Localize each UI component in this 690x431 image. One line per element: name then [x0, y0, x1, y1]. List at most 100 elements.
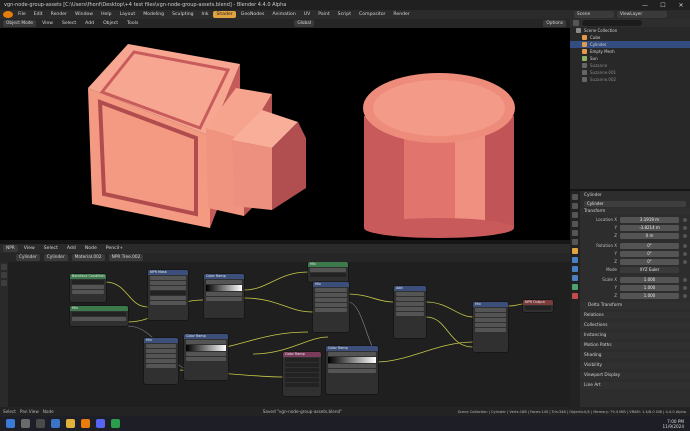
workspace-tab-paint[interactable]: Paint: [315, 11, 332, 18]
search-icon[interactable]: [21, 419, 30, 428]
workspace-tab-ink[interactable]: Ink: [199, 11, 212, 18]
keyframe-icon[interactable]: [683, 233, 687, 238]
node-tree-selector[interactable]: NPR Tree.002: [108, 254, 144, 261]
links-tool-icon[interactable]: [1, 280, 7, 286]
outliner-item-cylinder[interactable]: Cylinder: [570, 41, 690, 48]
close-button[interactable]: ✕: [672, 2, 690, 9]
node-mix-center[interactable]: Mix: [313, 282, 349, 332]
viewport-menu-object[interactable]: Object: [100, 21, 121, 26]
editor-type-dropdown[interactable]: NPR: [3, 245, 18, 252]
keyframe-icon[interactable]: [683, 285, 687, 290]
location-z-field[interactable]: 0 m: [620, 232, 679, 239]
keyframe-icon[interactable]: [683, 243, 687, 248]
node-color-ramp-3[interactable]: Color Ramp: [326, 346, 378, 394]
collections-section[interactable]: Collections: [580, 322, 690, 329]
viewport-menu-view[interactable]: View: [39, 21, 56, 26]
render-tab-icon[interactable]: [572, 203, 578, 209]
node-color-ramp-4[interactable]: Color Ramp: [283, 352, 321, 396]
workspace-tab-layout[interactable]: Layout: [117, 11, 139, 18]
transform-orientation-dropdown[interactable]: Global: [294, 20, 315, 27]
discord-icon[interactable]: [96, 419, 105, 428]
node-backface-condition[interactable]: Backface Condition: [70, 274, 106, 302]
viewport-menu-add[interactable]: Add: [82, 21, 97, 26]
location-x-field[interactable]: 3.1919 m: [620, 216, 679, 223]
node-editor-canvas[interactable]: Backface Condition Mix NPR Mask Color Ra…: [8, 262, 570, 407]
outliner-item-sun[interactable]: Sun: [570, 55, 690, 62]
instancing-section[interactable]: Instancing: [580, 332, 690, 339]
node-menu-node[interactable]: Node: [82, 246, 100, 251]
tool-tab-icon[interactable]: [572, 194, 578, 200]
physics-tab-icon[interactable]: [572, 275, 578, 281]
edge-icon[interactable]: [51, 419, 60, 428]
view-layer-selector[interactable]: ViewLayer: [617, 11, 667, 18]
workspace-tab-animation[interactable]: Animation: [269, 11, 298, 18]
scene-tab-icon[interactable]: [572, 230, 578, 236]
material-selector[interactable]: Material.002: [71, 254, 105, 261]
rotation-y-field[interactable]: 0°: [620, 250, 679, 257]
node-mix-left[interactable]: Mix: [70, 306, 128, 326]
visibility-section[interactable]: Visibility: [580, 362, 690, 369]
rotation-mode-dropdown[interactable]: XYZ Euler: [620, 266, 679, 273]
delta-transform-section[interactable]: Delta Transform: [580, 302, 690, 309]
menu-window[interactable]: Window: [72, 12, 96, 17]
world-tab-icon[interactable]: [572, 239, 578, 245]
workspace-tab-sculpting[interactable]: Sculpting: [169, 11, 196, 18]
output-tab-icon[interactable]: [572, 212, 578, 218]
workspace-tab-render[interactable]: Render: [390, 11, 412, 18]
slot-selector[interactable]: Cylinder: [43, 254, 68, 261]
task-view-icon[interactable]: [36, 419, 45, 428]
data-tab-icon[interactable]: [572, 284, 578, 290]
outliner-filter-icon[interactable]: [573, 20, 579, 26]
node-color-ramp-2[interactable]: Color Ramp: [184, 334, 228, 380]
outliner-item-suzanne[interactable]: Suzanne: [570, 62, 690, 69]
menu-help[interactable]: Help: [98, 12, 114, 17]
minimize-button[interactable]: —: [636, 2, 654, 9]
node-menu-add[interactable]: Add: [64, 246, 79, 251]
blender-taskbar-icon[interactable]: [81, 419, 90, 428]
workspace-tab-geonodes[interactable]: GeoNodes: [238, 11, 268, 18]
outliner-item-scene-collection[interactable]: Scene Collection: [570, 27, 690, 34]
node-mix-top[interactable]: Mix: [308, 262, 348, 282]
keyframe-icon[interactable]: [683, 217, 687, 222]
windows-start-icon[interactable]: [6, 419, 15, 428]
keyframe-icon[interactable]: [683, 293, 687, 298]
workspace-tab-compositor[interactable]: Compositor: [356, 11, 388, 18]
motion-paths-section[interactable]: Motion Paths: [580, 342, 690, 349]
transform-section[interactable]: Transform: [580, 208, 690, 215]
outliner-search-input[interactable]: [582, 20, 642, 26]
material-tab-icon[interactable]: [572, 293, 578, 299]
workspace-tab-script[interactable]: Script: [335, 11, 354, 18]
menu-render[interactable]: Render: [48, 12, 70, 17]
viewport-menu-select[interactable]: Select: [59, 21, 79, 26]
viewport-menu-tools[interactable]: Tools: [124, 21, 141, 26]
node-mix-lower[interactable]: Mix: [144, 338, 178, 384]
object-mode-dropdown[interactable]: Object Mode: [3, 20, 37, 27]
scale-x-field[interactable]: 1.000: [620, 276, 679, 283]
workspace-tab-modeling[interactable]: Modeling: [140, 11, 167, 18]
rotation-z-field[interactable]: 0°: [620, 258, 679, 265]
scale-z-field[interactable]: 1.000: [620, 292, 679, 299]
blender-logo-icon[interactable]: [3, 11, 13, 18]
keyframe-icon[interactable]: [683, 259, 687, 264]
outliner-item-suzanne-001[interactable]: Suzanne.001: [570, 69, 690, 76]
menu-edit[interactable]: Edit: [31, 12, 46, 17]
rotation-x-field[interactable]: 0°: [620, 242, 679, 249]
node-menu-pencil[interactable]: Pencil+: [103, 246, 126, 251]
object-tab-icon[interactable]: [572, 248, 578, 254]
object-name-field[interactable]: Cylinder: [584, 200, 686, 207]
keyframe-icon[interactable]: [683, 251, 687, 256]
outliner-item-suzanne-002[interactable]: Suzanne.002: [570, 76, 690, 83]
3d-viewport[interactable]: [0, 28, 570, 240]
node-add[interactable]: Add: [394, 286, 426, 338]
node-color-ramp-1[interactable]: Color Ramp: [204, 274, 244, 318]
node-menu-select[interactable]: Select: [41, 246, 61, 251]
maximize-button[interactable]: ☐: [654, 2, 672, 9]
annotate-tool-icon[interactable]: [1, 272, 7, 278]
node-npr-output[interactable]: NPR Output: [523, 300, 553, 312]
taskbar-clock[interactable]: 7:00 PM 11/9/2024: [663, 419, 684, 429]
outliner-item-empty-mesh[interactable]: Empty Mesh: [570, 48, 690, 55]
location-y-field[interactable]: -3.8214 m: [620, 224, 679, 231]
keyframe-icon[interactable]: [683, 277, 687, 282]
particles-tab-icon[interactable]: [572, 266, 578, 272]
workspace-tab-uv[interactable]: UV: [301, 11, 314, 18]
